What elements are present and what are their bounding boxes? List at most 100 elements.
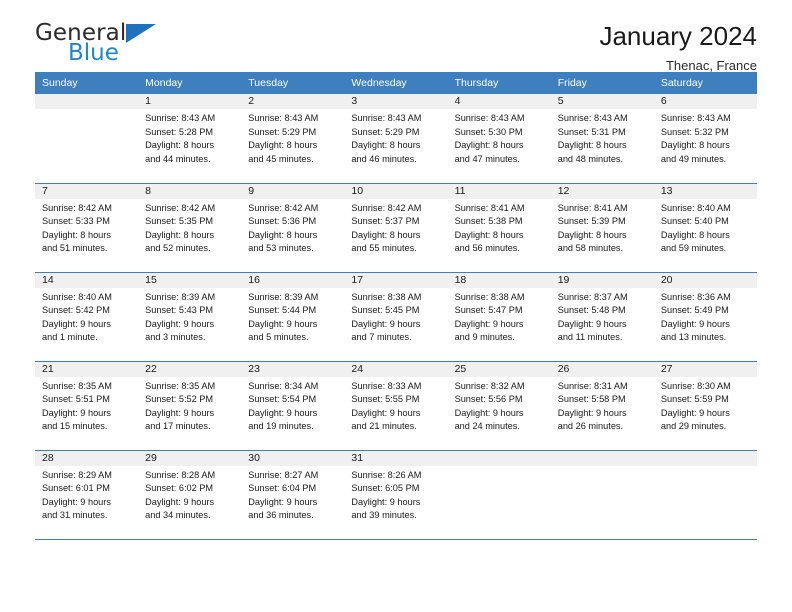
calendar-day-cell[interactable]: 18 Sunrise: 8:38 AM Sunset: 5:47 PM Dayligh…: [447, 272, 551, 362]
calendar-day-cell[interactable]: 29 Sunrise: 8:28 AM Sunset: 6:02 PM Dayligh…: [138, 450, 242, 540]
calendar-day-cell[interactable]: 5 Sunrise: 8:43 AM Sunset: 5:31 PM Daylight…: [550, 94, 654, 184]
daylight-text-line2: and 39 minutes.: [351, 510, 417, 521]
sunrise-text: Sunrise: 8:43 AM: [454, 113, 525, 123]
day-details: Sunrise: 8:27 AM Sunset: 6:04 PM Daylight:…: [241, 466, 344, 523]
day-cell-inner: 14 Sunrise: 8:40 AM Sunset: 5:42 PM Dayligh…: [35, 272, 139, 361]
calendar-day-cell[interactable]: 17 Sunrise: 8:38 AM Sunset: 5:45 PM Dayligh…: [344, 272, 448, 362]
calendar-day-cell[interactable]: 28 Sunrise: 8:29 AM Sunset: 6:01 PM Dayligh…: [35, 450, 139, 540]
daylight-text-line1: Daylight: 9 hours: [351, 496, 421, 507]
sunrise-text: Sunrise: 8:35 AM: [145, 380, 216, 391]
sunrise-text: Sunrise: 8:42 AM: [145, 202, 216, 213]
calendar-day-cell[interactable]: 30 Sunrise: 8:27 AM Sunset: 6:04 PM Dayligh…: [241, 450, 345, 540]
sunset-text: Sunset: 5:43 PM: [145, 305, 214, 316]
day-number: 2: [241, 94, 345, 109]
calendar-day-cell[interactable]: 21 Sunrise: 8:35 AM Sunset: 5:51 PM Dayligh…: [35, 361, 139, 451]
daylight-text-line2: and 49 minutes.: [660, 153, 727, 164]
calendar-day-cell[interactable]: 6 Sunrise: 8:43 AM Sunset: 5:32 PM Daylight…: [653, 94, 757, 184]
day-details: Sunrise: 8:41 AM Sunset: 5:38 PM Daylight:…: [448, 199, 551, 256]
sunset-text: Sunset: 5:45 PM: [351, 305, 420, 316]
day-details: Sunrise: 8:35 AM Sunset: 5:51 PM Daylight:…: [35, 377, 138, 434]
day-details: Sunrise: 8:33 AM Sunset: 5:55 PM Daylight:…: [344, 377, 447, 434]
calendar-day-cell[interactable]: 7 Sunrise: 8:42 AM Sunset: 5:33 PM Daylight…: [35, 183, 139, 273]
sunrise-text: Sunrise: 8:36 AM: [660, 291, 731, 302]
sunset-text: Sunset: 5:31 PM: [557, 126, 626, 137]
day-details: Sunrise: 8:43 AM Sunset: 5:31 PM Daylight:…: [551, 109, 654, 166]
calendar-day-cell[interactable]: 11 Sunrise: 8:41 AM Sunset: 5:38 PM Dayligh…: [447, 183, 551, 273]
page-subtitle: Thenac, France: [665, 57, 757, 73]
daylight-text-line1: Daylight: 9 hours: [660, 407, 730, 418]
calendar-day-cell[interactable]: 14 Sunrise: 8:40 AM Sunset: 5:42 PM Dayligh…: [35, 272, 139, 362]
sunset-text: Sunset: 5:54 PM: [248, 394, 317, 405]
day-number: 12: [550, 183, 654, 199]
calendar-day-cell[interactable]: 22 Sunrise: 8:35 AM Sunset: 5:52 PM Dayligh…: [138, 361, 242, 451]
day-cell-inner: 7 Sunrise: 8:42 AM Sunset: 5:33 PM Daylight…: [35, 183, 139, 272]
day-number: 8: [138, 183, 242, 199]
weekday-header-row: Sunday Monday Tuesday Wednesday Thursday Frid…: [35, 72, 757, 94]
daylight-text-line2: and 1 minute.: [42, 332, 98, 343]
daylight-text-line2: and 11 minutes.: [557, 332, 623, 343]
daylight-text-line1: Daylight: 9 hours: [351, 318, 421, 329]
day-number: 30: [241, 450, 345, 466]
calendar-day-cell[interactable]: 23 Sunrise: 8:34 AM Sunset: 5:54 PM Dayligh…: [241, 361, 345, 451]
calendar-day-cell[interactable]: 16 Sunrise: 8:39 AM Sunset: 5:44 PM Dayligh…: [241, 272, 345, 362]
general-blue-logo[interactable]: General Blue: [35, 22, 157, 65]
day-details: Sunrise: 8:39 AM Sunset: 5:43 PM Daylight:…: [138, 288, 241, 345]
day-details: Sunrise: 8:43 AM Sunset: 5:30 PM Daylight:…: [448, 109, 551, 166]
day-cell-inner: 24 Sunrise: 8:33 AM Sunset: 5:55 PM Dayligh…: [344, 361, 448, 450]
calendar-day-cell[interactable]: 15 Sunrise: 8:39 AM Sunset: 5:43 PM Dayligh…: [138, 272, 242, 362]
calendar-day-cell[interactable]: 9 Sunrise: 8:42 AM Sunset: 5:36 PM Daylight…: [241, 183, 345, 273]
daylight-text-line2: and 15 minutes.: [42, 421, 108, 432]
day-details: Sunrise: 8:41 AM Sunset: 5:39 PM Daylight:…: [551, 199, 654, 256]
sunset-text: Sunset: 5:59 PM: [660, 394, 729, 405]
calendar-day-cell[interactable]: 13 Sunrise: 8:40 AM Sunset: 5:40 PM Dayligh…: [653, 183, 757, 273]
sunrise-text: Sunrise: 8:41 AM: [454, 202, 525, 213]
calendar-day-cell[interactable]: 19 Sunrise: 8:37 AM Sunset: 5:48 PM Dayligh…: [550, 272, 654, 362]
sunrise-text: Sunrise: 8:38 AM: [454, 291, 525, 302]
day-cell-inner: 30 Sunrise: 8:27 AM Sunset: 6:04 PM Dayligh…: [241, 450, 345, 539]
calendar-day-cell[interactable]: 25 Sunrise: 8:32 AM Sunset: 5:56 PM Dayligh…: [447, 361, 551, 451]
day-cell-inner: 20 Sunrise: 8:36 AM Sunset: 5:49 PM Dayligh…: [653, 272, 757, 361]
calendar-day-cell[interactable]: 31 Sunrise: 8:26 AM Sunset: 6:05 PM Dayligh…: [344, 450, 448, 540]
day-details: Sunrise: 8:40 AM Sunset: 5:40 PM Daylight:…: [654, 199, 757, 256]
calendar-day-cell-empty: [550, 450, 654, 540]
calendar-day-cell[interactable]: 1 Sunrise: 8:43 AM Sunset: 5:28 PM Daylight…: [138, 94, 242, 184]
sunrise-text: Sunrise: 8:38 AM: [351, 291, 422, 302]
day-details: Sunrise: 8:28 AM Sunset: 6:02 PM Daylight:…: [138, 466, 241, 523]
daylight-text-line1: Daylight: 9 hours: [660, 318, 730, 329]
calendar-day-cell[interactable]: 3 Sunrise: 8:43 AM Sunset: 5:29 PM Daylight…: [344, 94, 448, 184]
sunset-text: Sunset: 5:49 PM: [660, 305, 729, 316]
calendar-day-cell[interactable]: 24 Sunrise: 8:33 AM Sunset: 5:55 PM Dayligh…: [344, 361, 448, 451]
daylight-text-line2: and 17 minutes.: [145, 421, 211, 432]
calendar-week-row: 14 Sunrise: 8:40 AM Sunset: 5:42 PM Dayligh…: [35, 272, 757, 362]
sunrise-text: Sunrise: 8:28 AM: [145, 469, 216, 480]
calendar-table: Sunday Monday Tuesday Wednesday Thursday Frid…: [35, 72, 757, 540]
day-cell-inner: 13 Sunrise: 8:40 AM Sunset: 5:40 PM Dayligh…: [653, 183, 757, 272]
daylight-text-line2: and 26 minutes.: [557, 421, 624, 432]
day-details: Sunrise: 8:36 AM Sunset: 5:49 PM Daylight:…: [654, 288, 757, 345]
calendar-day-cell[interactable]: 26 Sunrise: 8:31 AM Sunset: 5:58 PM Dayligh…: [550, 361, 654, 451]
weekday-header-tuesday: Tuesday: [241, 72, 345, 94]
day-cell-inner: 6 Sunrise: 8:43 AM Sunset: 5:32 PM Daylight…: [653, 94, 757, 183]
calendar-day-cell[interactable]: 8 Sunrise: 8:42 AM Sunset: 5:35 PM Daylight…: [138, 183, 242, 273]
day-number: 15: [138, 272, 242, 288]
day-number: 22: [138, 361, 242, 377]
day-number: 31: [344, 450, 448, 466]
daylight-text-line1: Daylight: 8 hours: [660, 140, 730, 151]
calendar-day-cell[interactable]: 4 Sunrise: 8:43 AM Sunset: 5:30 PM Daylight…: [447, 94, 551, 184]
daylight-text-line2: and 19 minutes.: [248, 421, 314, 432]
day-cell-inner: 3 Sunrise: 8:43 AM Sunset: 5:29 PM Daylight…: [344, 94, 448, 183]
calendar-day-cell[interactable]: 2 Sunrise: 8:43 AM Sunset: 5:29 PM Daylight…: [241, 94, 345, 184]
daylight-text-line1: Daylight: 9 hours: [248, 407, 318, 418]
sunrise-text: Sunrise: 8:31 AM: [557, 380, 628, 391]
day-details: Sunrise: 8:43 AM Sunset: 5:28 PM Daylight:…: [138, 109, 241, 166]
sunrise-text: Sunrise: 8:35 AM: [42, 380, 112, 391]
calendar-day-cell[interactable]: 27 Sunrise: 8:30 AM Sunset: 5:59 PM Dayligh…: [653, 361, 757, 451]
calendar-day-cell[interactable]: 12 Sunrise: 8:41 AM Sunset: 5:39 PM Dayligh…: [550, 183, 654, 273]
sunrise-text: Sunrise: 8:27 AM: [248, 469, 319, 480]
daylight-text-line1: Daylight: 8 hours: [248, 229, 318, 240]
calendar-day-cell[interactable]: 10 Sunrise: 8:42 AM Sunset: 5:37 PM Dayligh…: [344, 183, 448, 273]
day-cell-inner: 31 Sunrise: 8:26 AM Sunset: 6:05 PM Dayligh…: [344, 450, 448, 539]
calendar-body: 1 Sunrise: 8:43 AM Sunset: 5:28 PM Daylight…: [35, 94, 757, 540]
sunrise-text: Sunrise: 8:42 AM: [351, 202, 422, 213]
calendar-day-cell[interactable]: 20 Sunrise: 8:36 AM Sunset: 5:49 PM Dayligh…: [653, 272, 757, 362]
